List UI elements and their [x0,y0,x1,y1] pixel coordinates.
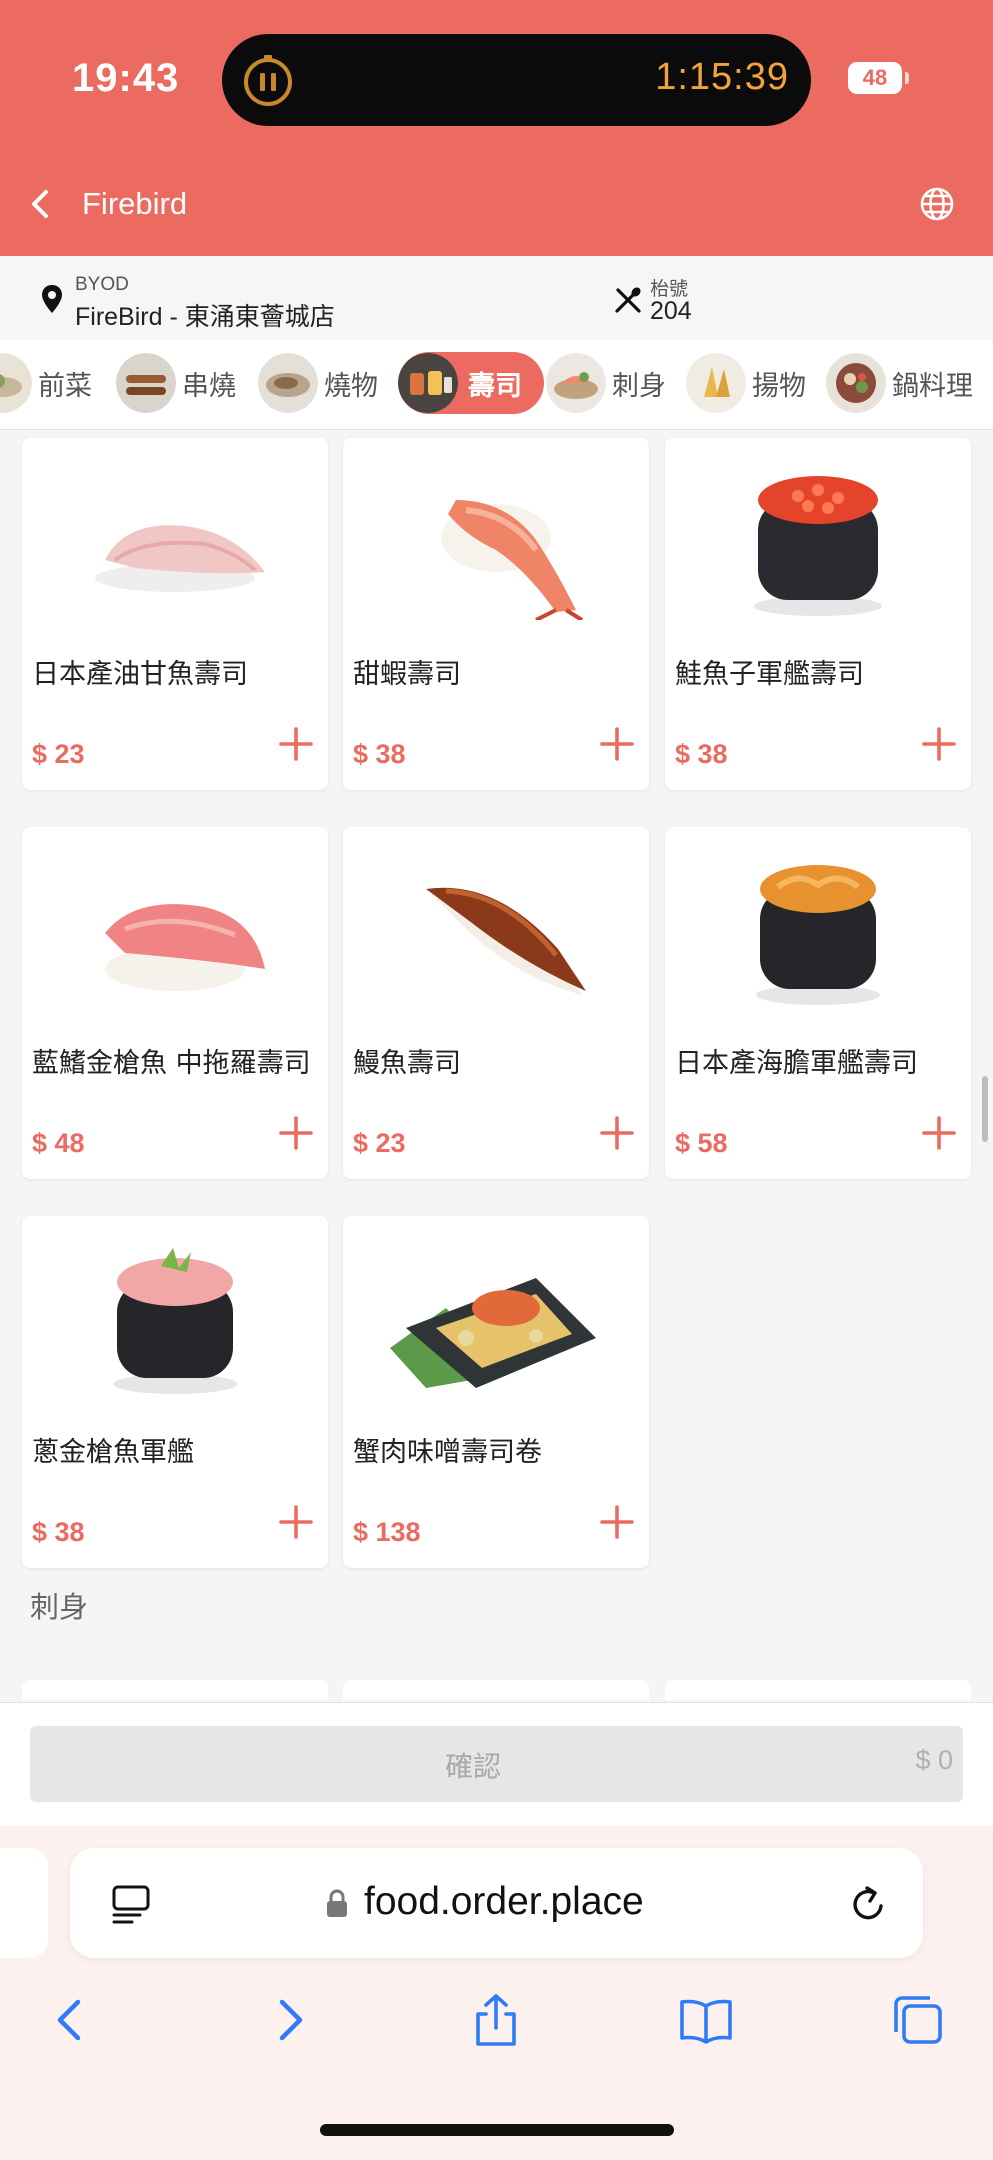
product-price: $ 38 [353,739,406,769]
salmon-roe-gunkan-image [754,476,882,616]
product-name: 鮭魚子軍艦壽司 [675,659,864,690]
product-card[interactable]: 蟹肉味噌壽司卷 $ 138 [343,1216,649,1568]
add-icon[interactable] [921,726,957,762]
category-tab-sushi[interactable]: 壽司 [398,352,544,414]
category-tab-label: 燒物 [324,370,378,402]
product-card-peek[interactable] [343,1680,649,1700]
add-icon[interactable] [599,726,635,762]
browser-forward-icon[interactable] [260,1992,316,2048]
add-icon[interactable] [599,1504,635,1540]
product-name: 日本產海膽軍艦壽司 [675,1048,918,1079]
page-title: Firebird [82,186,188,221]
skewers-thumbnail [116,353,176,413]
category-tab-label: 揚物 [752,370,806,402]
category-tab-fried[interactable]: 揚物 [686,352,806,414]
product-card-peek[interactable] [665,1680,971,1700]
add-icon[interactable] [278,726,314,762]
category-tab-hotpot[interactable]: 鍋料理 [826,352,973,414]
order-type-label: BYOD [75,274,129,295]
globe-icon[interactable] [917,184,957,224]
sweet-shrimp-sushi-image [441,500,584,620]
category-tab-skewers[interactable]: 串燒 [116,352,236,414]
category-tab-label: 刺身 [612,370,666,402]
order-total: $ 0 [915,1745,953,1775]
section-title-sashimi: 刺身 [30,1590,89,1624]
appetizer-thumbnail [0,353,32,413]
product-name: 日本產油甘魚壽司 [32,659,248,690]
add-icon[interactable] [921,1115,957,1151]
hotpot-thumbnail [826,353,886,413]
tabs-icon[interactable] [890,1992,946,2048]
category-tab-sashimi[interactable]: 刺身 [546,352,666,414]
sushi-thumbnail [398,353,458,413]
product-card-peek[interactable] [22,1680,328,1700]
category-tab-label: 串燒 [182,370,236,402]
category-tab-label: 壽司 [468,370,522,402]
fried-thumbnail [686,353,746,413]
product-price: $ 38 [32,1517,85,1547]
product-name: 藍鰭金槍魚 中拖羅壽司 [32,1048,311,1079]
sashimi-thumbnail [546,353,606,413]
browser-back-icon[interactable] [44,1992,100,2048]
chutoro-sushi-image [105,904,265,991]
product-price: $ 23 [32,739,85,769]
url-text: food.order.place [364,1880,644,1923]
timer-pause-icon [244,55,292,106]
product-price: $ 23 [353,1128,406,1158]
category-tab-grilled[interactable]: 燒物 [258,352,378,414]
sea-urchin-gunkan-image [756,865,880,1005]
product-name: 蟹肉味噌壽司卷 [353,1437,542,1468]
product-price: $ 38 [675,739,728,769]
status-time: 19:43 [72,56,180,100]
previous-tab-peek[interactable] [0,1848,48,1958]
product-name: 蔥金槍魚軍艦 [32,1437,194,1468]
scrollbar[interactable] [982,1076,988,1142]
share-icon[interactable] [468,1992,524,2048]
add-icon[interactable] [278,1504,314,1540]
yellowtail-sushi-image [95,525,265,592]
category-tab-bar: 前菜 串燒 燒物 壽司 刺身 揚物 鍋料理 [0,340,993,430]
screen: 19:43 1:15:39 48 Firebird BYOD FireBird … [0,0,993,2160]
home-indicator [320,2124,674,2136]
table-number: 204 [650,297,692,325]
reload-icon[interactable] [848,1884,890,1926]
product-price: $ 138 [353,1517,421,1547]
category-tab-label: 鍋料理 [892,370,973,402]
crab-miso-roll-image [390,1278,596,1388]
product-card[interactable]: 甜蝦壽司 $ 38 [343,438,649,790]
product-name: 甜蝦壽司 [353,659,461,690]
category-tab-label: 前菜 [38,370,92,402]
negitoro-gunkan-image [113,1248,237,1394]
dynamic-island[interactable]: 1:15:39 [222,34,811,126]
page-menu-icon[interactable] [110,1883,152,1925]
product-price: $ 48 [32,1128,85,1158]
product-card[interactable]: 蔥金槍魚軍艦 $ 38 [22,1216,328,1568]
battery-tip [905,72,909,84]
store-name: FireBird - 東涌東薈城店 [75,303,335,331]
lock-icon [327,1889,347,1917]
product-price: $ 58 [675,1128,728,1158]
location-pin-icon [42,285,62,313]
eel-sushi-image [426,887,586,995]
product-card[interactable]: 日本產海膽軍艦壽司 $ 58 [665,827,971,1179]
add-icon[interactable] [599,1115,635,1151]
grilled-thumbnail [258,353,318,413]
add-icon[interactable] [278,1115,314,1151]
product-name: 鰻魚壽司 [353,1048,461,1079]
product-card[interactable]: 藍鰭金槍魚 中拖羅壽司 $ 48 [22,827,328,1179]
bookmarks-icon[interactable] [678,1992,734,2048]
back-icon[interactable] [20,184,60,224]
product-card[interactable]: 日本產油甘魚壽司 $ 23 [22,438,328,790]
utensils-icon [615,287,641,313]
product-card[interactable]: 鮭魚子軍艦壽司 $ 38 [665,438,971,790]
product-card[interactable]: 鰻魚壽司 $ 23 [343,827,649,1179]
timer-readout: 1:15:39 [655,56,789,98]
category-tab-appetizer[interactable]: 前菜 [0,352,92,414]
battery-indicator: 48 [848,62,902,94]
confirm-button-label: 確認 [445,1750,502,1783]
